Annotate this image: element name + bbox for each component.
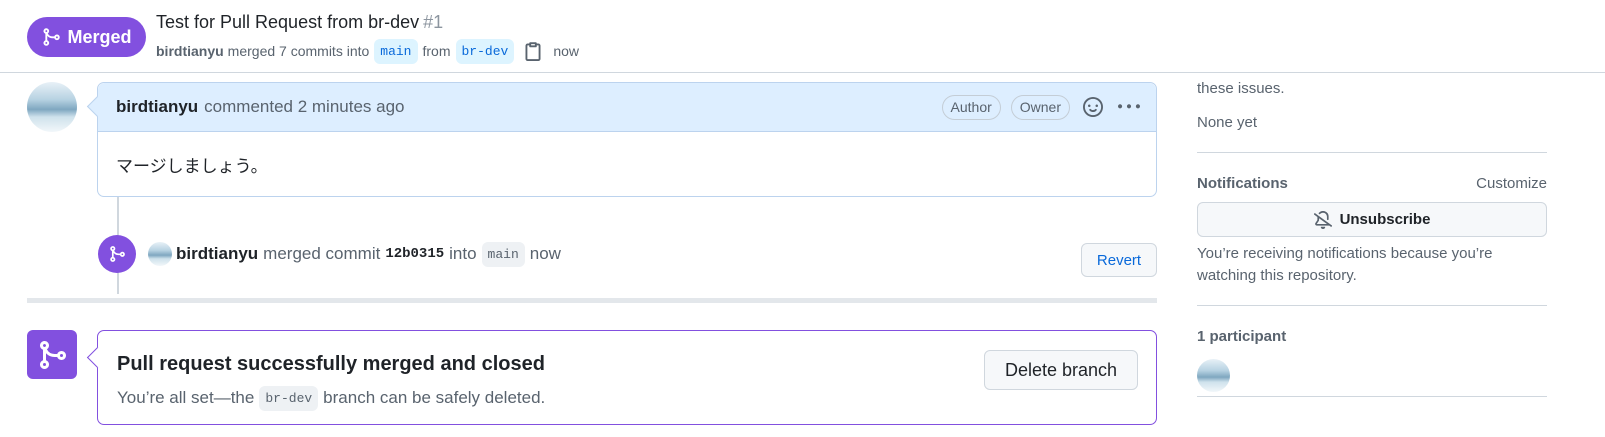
unsubscribe-button[interactable]: Unsubscribe [1197, 202, 1547, 237]
participants-heading: 1 participant [1197, 328, 1287, 345]
merge-event-icon [98, 235, 136, 273]
pr-author-link[interactable]: birdtianyu [156, 43, 224, 59]
owner-badge: Owner [1010, 94, 1070, 120]
pr-title-text: Test for Pull Request from br-dev [156, 12, 420, 32]
git-merge-icon [40, 340, 67, 369]
merged-sub-before: You’re all set—the [117, 388, 255, 407]
notifications-header: Notifications Customize [1197, 175, 1547, 192]
merge-time: now [553, 43, 579, 59]
customize-link[interactable]: Customize [1476, 175, 1547, 192]
merged-state-badge: Merged [27, 17, 146, 57]
delete-branch-button[interactable]: Delete branch [984, 350, 1138, 390]
participant-avatar[interactable] [1197, 359, 1230, 392]
development-partial-text: these issues. [1197, 80, 1285, 97]
comment-tools: Author Owner [941, 94, 1142, 120]
notifications-heading: Notifications [1197, 175, 1288, 192]
kebab-menu-icon[interactable] [1116, 94, 1142, 120]
author-avatar[interactable] [27, 82, 77, 132]
head-branch-ref[interactable]: br-dev [455, 38, 515, 64]
merged-title: Pull request successfully merged and clo… [117, 353, 545, 375]
pr-meta: birdtianyu merged 7 commits into main fr… [156, 37, 579, 65]
copy-icon[interactable] [523, 41, 543, 61]
into-text: into [449, 244, 477, 263]
merged-branch-ref[interactable]: br-dev [259, 385, 319, 411]
merged-commit-text: merged commit [263, 244, 381, 263]
smiley-icon[interactable] [1080, 94, 1106, 120]
git-merge-icon [110, 246, 125, 262]
merged-status-box: Pull request successfully merged and clo… [97, 330, 1157, 425]
git-merge-icon [43, 28, 61, 46]
bell-slash-icon [1313, 210, 1332, 229]
comment-author-link[interactable]: birdtianyu [116, 97, 198, 117]
comment-body: マージしましょう。 [116, 157, 268, 176]
merged-commits-text: merged 7 commits into [227, 43, 370, 59]
sidebar-divider [1197, 152, 1547, 153]
sidebar-divider [1197, 305, 1547, 306]
comment-timestamp[interactable]: commented 2 minutes ago [204, 97, 404, 117]
comment-box: birdtianyu commented 2 minutes ago Autho… [97, 82, 1157, 197]
sidebar: these issues. None yet Notifications Cus… [1197, 74, 1547, 397]
from-text: from [422, 43, 451, 59]
timeline-break [27, 298, 1157, 303]
state-label: Merged [67, 26, 132, 47]
development-value: None yet [1197, 114, 1258, 131]
unsubscribe-label: Unsubscribe [1339, 211, 1431, 228]
event-branch-ref[interactable]: main [481, 241, 525, 267]
event-avatar[interactable] [148, 242, 172, 266]
notification-reason: You’re receiving notifications because y… [1197, 245, 1493, 284]
author-badge: Author [941, 94, 1001, 120]
merge-event: birdtianyu merged commit 12b0315 into ma… [148, 240, 561, 268]
merged-subtitle: You’re all set—the br-dev branch can be … [117, 384, 545, 412]
base-branch-ref[interactable]: main [374, 38, 418, 64]
pr-number: #1 [423, 12, 444, 32]
pr-title: Test for Pull Request from br-dev #1 [156, 12, 443, 33]
merged-status-icon [27, 330, 77, 379]
merged-sub-after: branch can be safely deleted. [323, 388, 546, 407]
sidebar-divider [1197, 396, 1547, 397]
sticky-pr-header: Merged Test for Pull Request from br-dev… [0, 0, 1605, 73]
event-author-link[interactable]: birdtianyu [176, 244, 258, 264]
commit-sha-link[interactable]: 12b0315 [385, 246, 444, 262]
comment-header: birdtianyu commented 2 minutes ago Autho… [98, 83, 1156, 132]
revert-button[interactable]: Revert [1081, 243, 1157, 277]
event-time[interactable]: now [530, 244, 561, 264]
